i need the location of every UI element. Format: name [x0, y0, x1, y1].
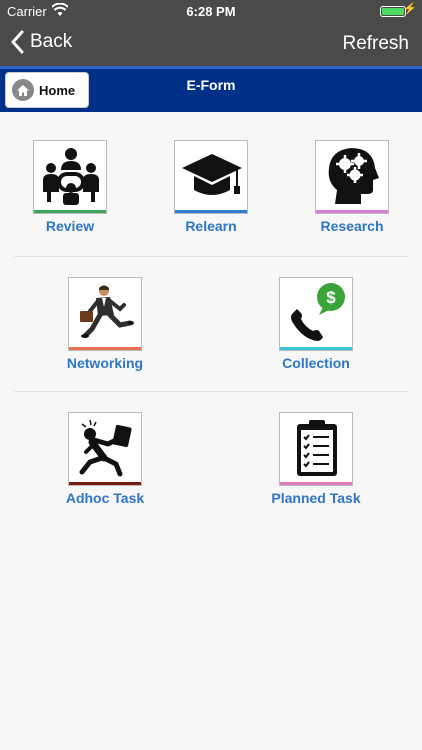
adhoc-task-tile[interactable]: Adhoc Task [45, 412, 165, 506]
navigation-bar: Back Refresh [0, 22, 422, 66]
charging-icon: ⚡ [403, 3, 417, 15]
back-label: Back [30, 31, 73, 52]
collection-label: Collection [282, 355, 350, 371]
networking-tile[interactable]: Networking [45, 277, 165, 371]
planned-task-tile[interactable]: Planned Task [256, 412, 376, 506]
relearn-tile[interactable]: Relearn [151, 140, 271, 234]
menu-row: Adhoc Task Planned Task [0, 392, 422, 527]
battery-icon [380, 6, 406, 17]
planned-task-accent-bar [280, 482, 352, 485]
graduation-cap-icon [182, 154, 242, 195]
adhoc-task-label: Adhoc Task [65, 490, 145, 506]
meeting-icon [43, 148, 99, 205]
eform-menu-grid: Review Relearn Research Networking $ Col… [0, 112, 422, 527]
research-label: Research [320, 218, 384, 234]
clock: 6:28 PM [186, 4, 236, 19]
collection-accent-bar [280, 347, 352, 350]
home-icon [12, 79, 34, 101]
planned-task-label: Planned Task [271, 490, 361, 506]
research-accent-bar [316, 210, 388, 213]
refresh-button[interactable]: Refresh [342, 33, 409, 55]
home-label: Home [39, 82, 76, 98]
chevron-left-icon [11, 30, 24, 54]
businessman-running-icon [80, 285, 134, 338]
svg-text:$: $ [326, 288, 336, 307]
back-button[interactable]: Back [10, 30, 72, 54]
relearn-accent-bar [175, 210, 247, 213]
relearn-label: Relearn [185, 218, 237, 234]
review-label: Review [45, 218, 95, 234]
networking-accent-bar [69, 347, 141, 350]
research-tile[interactable]: Research [292, 140, 412, 234]
person-rushing-icon [79, 419, 132, 477]
menu-row: Networking $ Collection [0, 257, 422, 392]
review-tile[interactable]: Review [10, 140, 130, 234]
head-gears-icon [328, 148, 379, 204]
networking-label: Networking [66, 355, 144, 371]
page-header: Home E-Form [0, 66, 422, 112]
home-button[interactable]: Home [5, 72, 89, 108]
collection-tile[interactable]: $ Collection [256, 277, 376, 371]
status-bar: Carrier 6:28 PM ⚡ [0, 0, 422, 22]
clipboard-checklist-icon [297, 420, 337, 476]
review-accent-bar [34, 210, 106, 213]
adhoc-task-accent-bar [69, 482, 141, 485]
menu-row: Review Relearn Research [0, 112, 422, 257]
phone-dollar-icon: $ [291, 283, 345, 341]
